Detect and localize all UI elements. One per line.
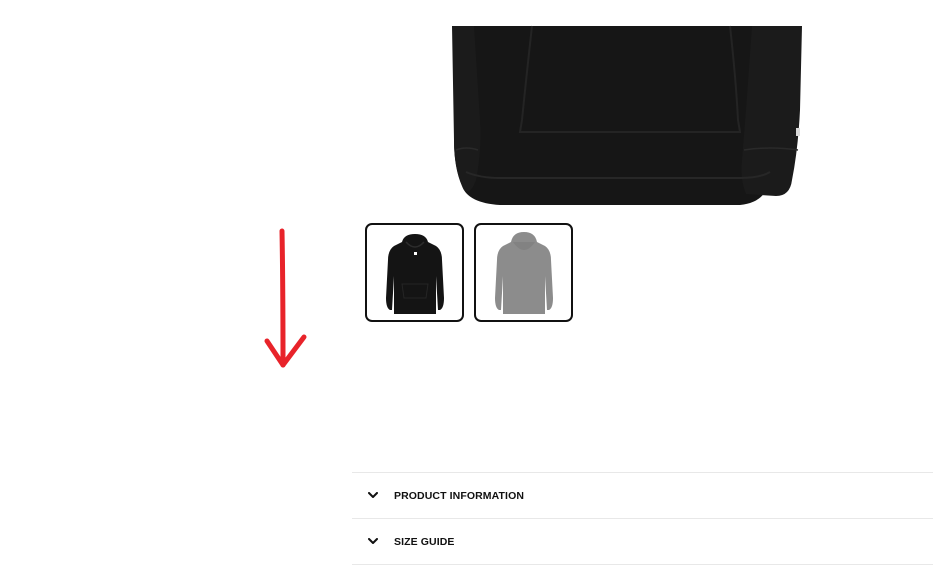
hoodie-black-front-icon: [385, 233, 444, 314]
product-accordion: PRODUCT INFORMATION SIZE GUIDE: [352, 472, 933, 565]
divider: [352, 564, 933, 565]
accordion-product-information[interactable]: PRODUCT INFORMATION: [352, 473, 933, 518]
chevron-down-icon: [366, 537, 380, 547]
thumbnail-black-hoodie[interactable]: [365, 223, 464, 322]
chevron-down-icon: [366, 491, 380, 501]
hoodie-grey-back-icon: [494, 231, 553, 314]
main-product-image: [440, 0, 812, 210]
accordion-size-guide[interactable]: SIZE GUIDE: [352, 519, 933, 564]
thumbnail-grey-hoodie[interactable]: [474, 223, 573, 322]
product-page: PRODUCT INFORMATION SIZE GUIDE: [0, 0, 933, 567]
red-down-arrow-icon: [264, 228, 307, 368]
accordion-label: PRODUCT INFORMATION: [394, 489, 525, 502]
accordion-label: SIZE GUIDE: [394, 535, 455, 548]
thumbnail-strip: [365, 223, 573, 322]
hoodie-front-image: [452, 25, 802, 205]
